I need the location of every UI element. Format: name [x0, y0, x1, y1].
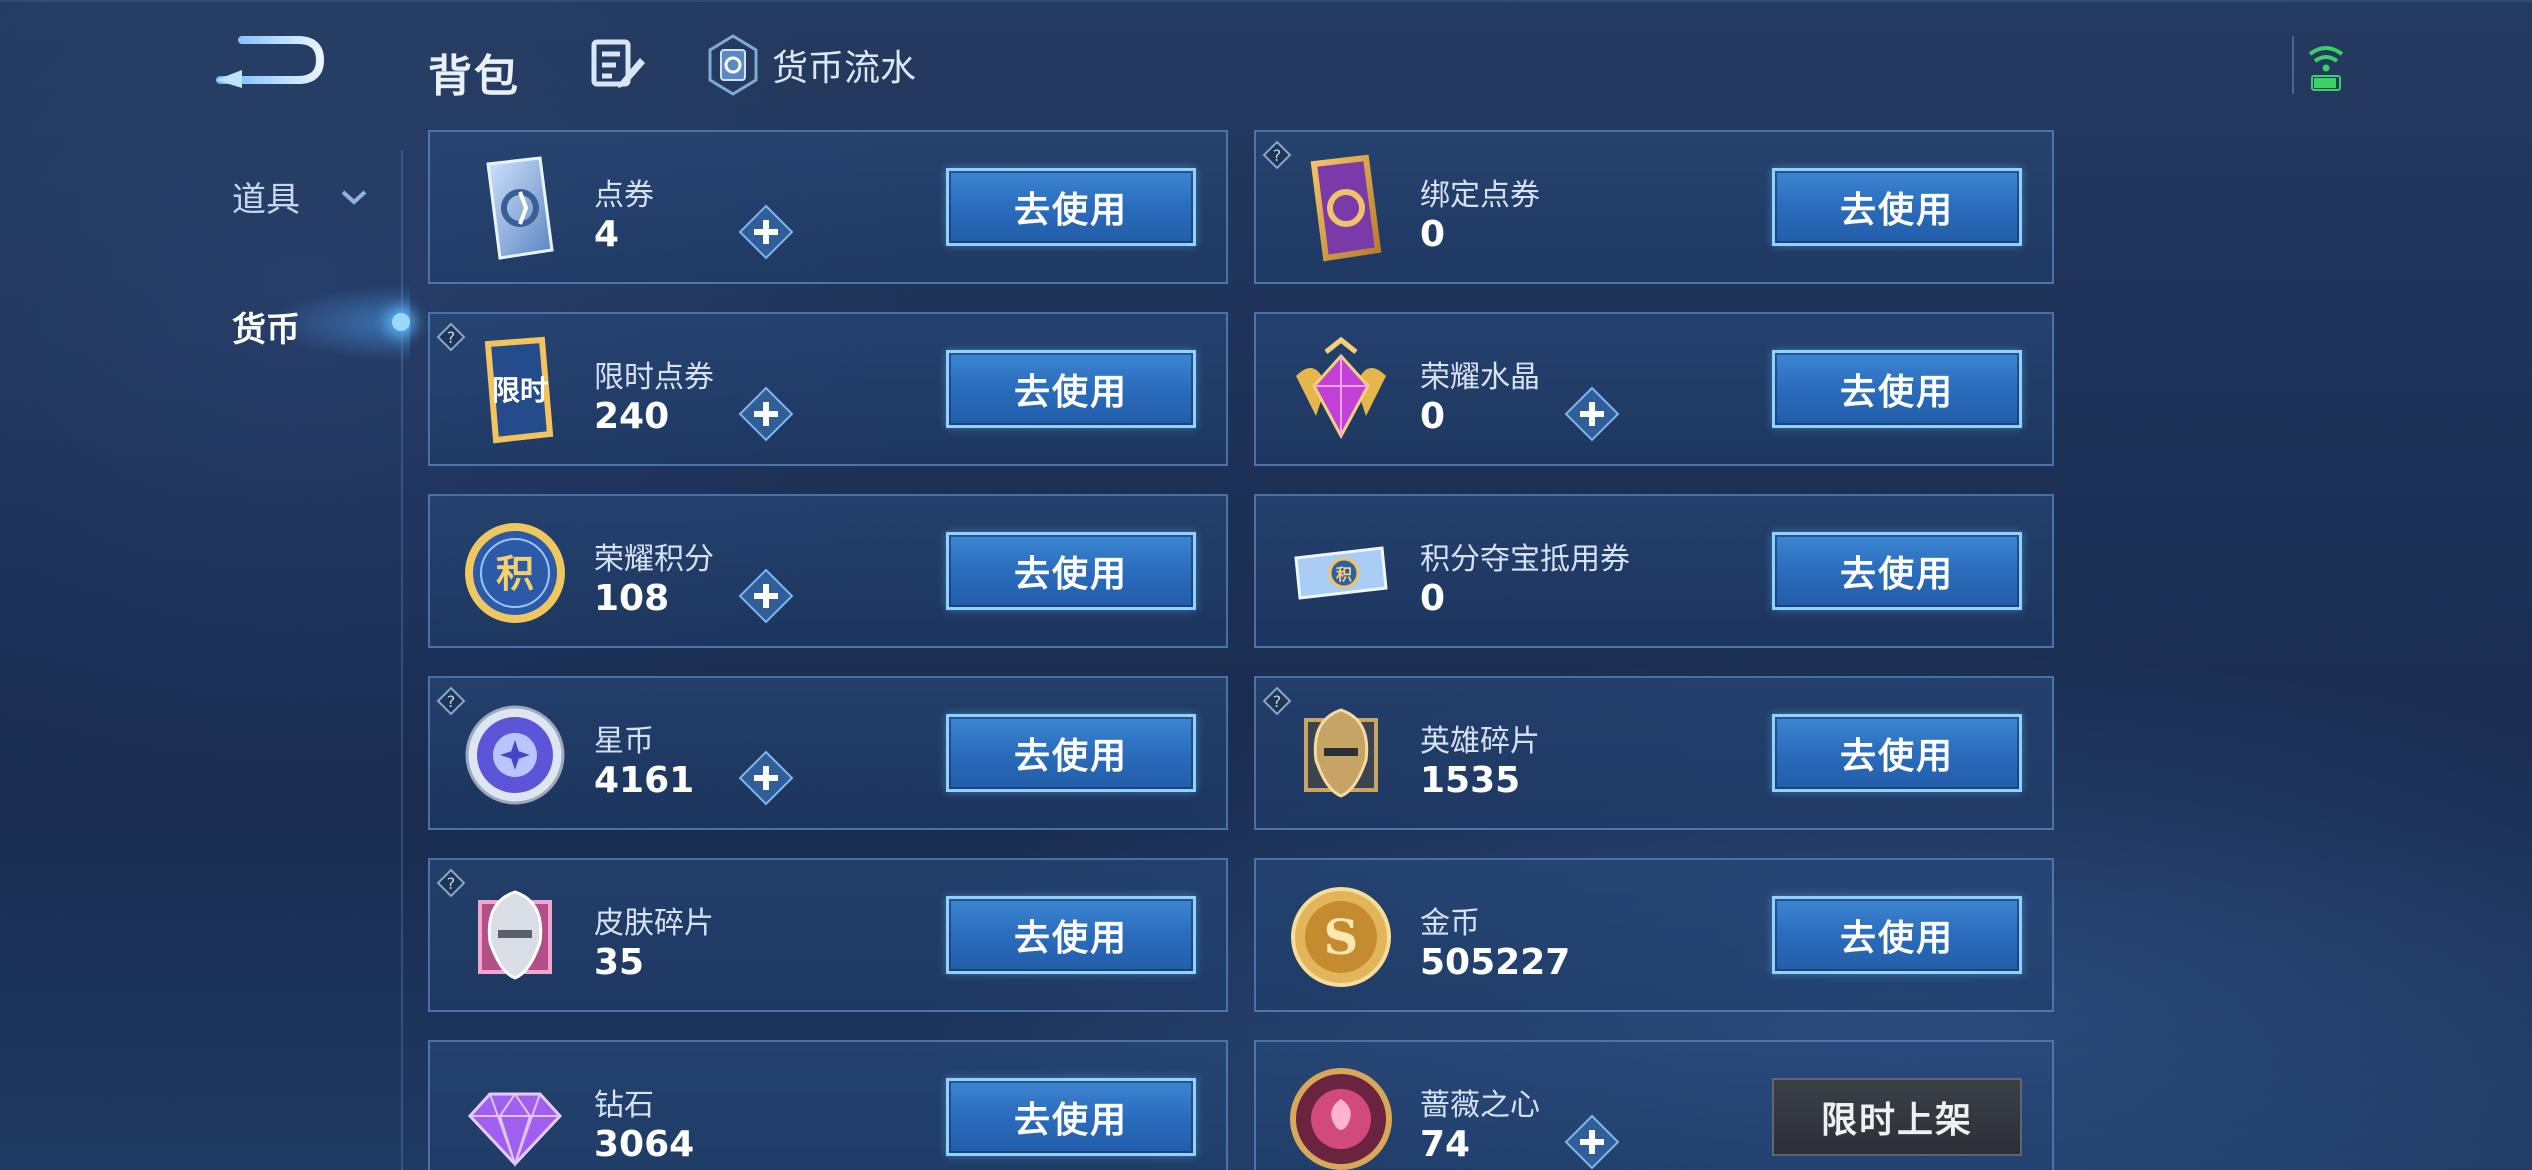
edit-list-icon — [591, 39, 645, 88]
currency-name: 钻石 — [594, 1088, 654, 1123]
currency-name: 绑定点券 — [1420, 178, 1540, 213]
plus-icon[interactable] — [738, 204, 794, 260]
currency-card: ? 绑定点券 0 去使用 — [1254, 130, 2054, 284]
currency-name: 皮肤碎片 — [594, 906, 714, 941]
currency-count: 505227 — [1420, 942, 1571, 983]
page-title: 背包 — [428, 51, 520, 102]
currency-name: 英雄碎片 — [1420, 724, 1540, 759]
chevron-down-icon — [341, 190, 367, 205]
back-arrow-icon — [216, 36, 325, 88]
use-button[interactable]: 去使用 — [946, 350, 1196, 428]
back-button[interactable] — [212, 30, 330, 90]
currency-name: 星币 — [594, 724, 654, 759]
ticket-icon — [708, 34, 758, 96]
plus-icon[interactable] — [738, 568, 794, 624]
currency-name: 金币 — [1420, 906, 1480, 941]
currency-count: 74 — [1420, 1124, 1471, 1165]
plus-icon[interactable] — [738, 386, 794, 442]
currency-name: 限时点券 — [594, 360, 714, 395]
use-button[interactable]: 去使用 — [946, 1078, 1196, 1156]
sidebar-active-dot — [392, 313, 410, 331]
limited-coupon-icon: 限时 — [484, 336, 554, 444]
currency-count: 108 — [594, 578, 670, 619]
sidebar-item-items[interactable]: 道具 — [232, 172, 368, 221]
rose-heart-icon — [1290, 1068, 1392, 1170]
currency-card: 钻石 3064 去使用 — [428, 1040, 1228, 1170]
currency-name: 荣耀积分 — [594, 542, 714, 577]
currency-card: 积 荣耀积分 108 去使用 — [428, 494, 1228, 648]
currency-count: 0 — [1420, 214, 1446, 255]
gold-coin-icon: S — [1291, 887, 1391, 987]
currency-card: ? 限时 限时点券 240 去使用 — [428, 312, 1228, 466]
currency-card: ? 皮肤碎片 35 去使用 — [428, 858, 1228, 1012]
use-button[interactable]: 去使用 — [1772, 168, 2022, 246]
use-button[interactable]: 去使用 — [946, 714, 1196, 792]
top-divider — [0, 0, 2532, 2]
currency-name: 荣耀水晶 — [1420, 360, 1540, 395]
currency-count: 0 — [1420, 396, 1446, 437]
currency-flow-label: 货币流水 — [772, 48, 917, 89]
plus-icon[interactable] — [1564, 1114, 1620, 1170]
currency-count: 4161 — [594, 760, 695, 801]
sidebar-item-label: 道具 — [232, 180, 300, 220]
coupon-ticket-icon — [486, 156, 554, 260]
currency-name: 点券 — [594, 178, 654, 213]
sidebar-divider — [401, 150, 403, 1170]
use-button[interactable]: 去使用 — [946, 896, 1196, 974]
use-button[interactable]: 去使用 — [946, 168, 1196, 246]
points-label: 积 — [496, 552, 534, 596]
currency-card: 蔷薇之心 74 限时上架 — [1254, 1040, 2054, 1170]
sidebar-item-currency[interactable]: 货币 — [232, 302, 300, 351]
currency-card: S 金币 505227 去使用 — [1254, 858, 2054, 1012]
use-button[interactable]: 去使用 — [1772, 350, 2022, 428]
currency-count: 1535 — [1420, 760, 1521, 801]
plus-icon[interactable] — [1564, 386, 1620, 442]
currency-count: 3064 — [594, 1124, 695, 1165]
currency-name: 蔷薇之心 — [1420, 1088, 1540, 1123]
currency-count: 240 — [594, 396, 670, 437]
bound-coupon-icon — [1310, 154, 1382, 262]
svg-text:?: ? — [1273, 692, 1282, 711]
svg-text:?: ? — [447, 328, 456, 347]
limited-label: 限时 — [492, 374, 548, 407]
svg-text:?: ? — [1273, 146, 1282, 165]
currency-card: 积 积分夺宝抵用券 0 去使用 — [1254, 494, 2054, 648]
svg-text:?: ? — [447, 874, 456, 893]
use-button[interactable]: 去使用 — [1772, 532, 2022, 610]
use-button[interactable]: 去使用 — [946, 532, 1196, 610]
currency-count: 4 — [594, 214, 620, 255]
currency-card: ? 英雄碎片 1535 去使用 — [1254, 676, 2054, 830]
wifi-battery-icon — [2290, 36, 2350, 96]
glory-crystal-icon — [1296, 336, 1386, 440]
diamond-icon — [467, 1092, 563, 1168]
currency-card: 荣耀水晶 0 去使用 — [1254, 312, 2054, 466]
glory-points-icon: 积 — [465, 523, 565, 623]
star-coin-icon — [465, 705, 565, 805]
use-button[interactable]: 去使用 — [1772, 896, 2022, 974]
currency-card: 点券 4 去使用 — [428, 130, 1228, 284]
sidebar-item-label: 货币 — [232, 310, 300, 350]
hero-fragment-icon — [1304, 708, 1378, 798]
gold-coin-label: S — [1324, 910, 1359, 966]
limited-release-button[interactable]: 限时上架 — [1772, 1078, 2022, 1156]
points-voucher-icon: 积 — [1294, 546, 1388, 600]
svg-text:?: ? — [447, 692, 456, 711]
plus-icon[interactable] — [738, 750, 794, 806]
currency-count: 0 — [1420, 578, 1446, 619]
currency-count: 35 — [594, 942, 645, 983]
skin-fragment-icon — [478, 890, 552, 980]
voucher-label: 积 — [1336, 565, 1352, 584]
edit-button[interactable] — [590, 38, 646, 90]
use-button[interactable]: 去使用 — [1772, 714, 2022, 792]
currency-flow-button[interactable]: 货币流水 — [708, 32, 916, 98]
currency-name: 积分夺宝抵用券 — [1420, 542, 1630, 577]
currency-card: ? 星币 4161 去使用 — [428, 676, 1228, 830]
